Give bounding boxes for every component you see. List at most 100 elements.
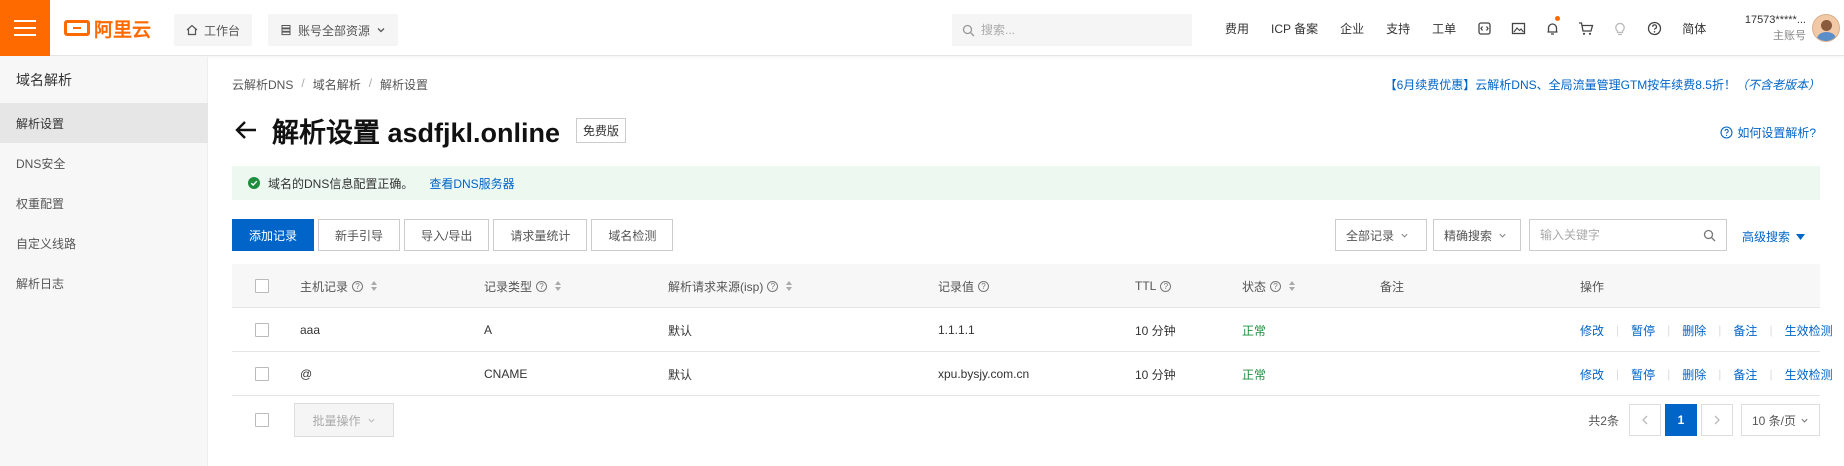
info-icon[interactable]: ? xyxy=(978,280,990,292)
footer-select-all-checkbox[interactable] xyxy=(255,413,269,427)
info-icon[interactable]: ? xyxy=(1270,280,1282,292)
chevron-down-icon xyxy=(377,28,385,33)
nav-enterprise[interactable]: 企业 xyxy=(1329,20,1375,37)
bell-icon[interactable] xyxy=(1535,0,1569,56)
info-icon[interactable]: ? xyxy=(352,280,364,292)
language-switch[interactable]: 简体 xyxy=(1671,20,1717,37)
breadcrumb-item-current: 解析设置 xyxy=(380,78,429,92)
row-ttl: 10 分钟 xyxy=(1135,367,1176,382)
menu-icon[interactable] xyxy=(0,0,50,56)
resources-dropdown[interactable]: 账号全部资源 xyxy=(268,14,399,46)
beginner-guide-button[interactable]: 新手引导 xyxy=(318,219,401,251)
table-row: @ CNAME 默认 xpu.bysjy.com.cn 10 分钟 正常 修改 |… xyxy=(232,352,1833,396)
question-circle-icon xyxy=(1720,126,1733,139)
sort-icon[interactable] xyxy=(786,281,793,291)
promo-banner-link[interactable]: 【6月续费优惠】云解析DNS、全局流量管理GTM按年续费8.5折！（不含老版本） xyxy=(1385,76,1820,93)
back-arrow-icon[interactable] xyxy=(232,116,260,144)
code-icon[interactable] xyxy=(1467,0,1501,56)
avatar[interactable] xyxy=(1812,14,1840,42)
chevron-down-icon xyxy=(1801,418,1808,423)
help-icon[interactable] xyxy=(1637,0,1671,56)
effect-check-link[interactable]: 生效检测 xyxy=(1785,322,1833,339)
column-status[interactable]: 状态 ? xyxy=(1242,264,1296,308)
keyword-search[interactable] xyxy=(1529,219,1727,251)
image-icon[interactable] xyxy=(1501,0,1535,56)
global-search[interactable] xyxy=(952,14,1192,46)
pause-link[interactable]: 暂停 xyxy=(1631,366,1655,383)
chevron-down-icon xyxy=(367,418,375,423)
sort-icon[interactable] xyxy=(1289,281,1296,291)
help-link[interactable]: 如何设置解析? xyxy=(1720,124,1816,141)
effect-check-link[interactable]: 生效检测 xyxy=(1785,366,1833,383)
sort-icon[interactable] xyxy=(555,281,562,291)
aliyun-logo[interactable]: 阿里云 xyxy=(64,16,151,41)
batch-actions-dropdown[interactable]: 批量操作 xyxy=(294,403,394,437)
search-input[interactable] xyxy=(981,23,1171,37)
domain-check-button[interactable]: 域名检测 xyxy=(591,219,674,251)
user-id: 17573*****... xyxy=(1744,14,1806,26)
nav-support[interactable]: 支持 xyxy=(1375,20,1421,37)
page-header: 解析设置 asdfjkl.online 免费版 xyxy=(232,112,627,148)
advanced-search-label: 高级搜索 xyxy=(1742,230,1791,244)
row-value: xpu.bysjy.com.cn xyxy=(938,367,1030,381)
info-icon[interactable]: ? xyxy=(1160,280,1172,292)
breadcrumb-item-cloud-dns[interactable]: 云解析DNS xyxy=(232,76,293,93)
search-mode-select[interactable]: 精确搜索 xyxy=(1433,219,1521,251)
row-host: aaa xyxy=(300,323,321,337)
sidebar-item-weight-config[interactable]: 权重配置 xyxy=(0,183,208,223)
user-menu[interactable]: 17573*****... 主账号 xyxy=(1716,12,1806,44)
row-checkbox[interactable] xyxy=(255,367,269,381)
nav-ticket[interactable]: 工单 xyxy=(1421,20,1467,37)
remark-link[interactable]: 备注 xyxy=(1733,366,1757,383)
info-icon[interactable]: ? xyxy=(767,280,779,292)
row-ttl: 10 分钟 xyxy=(1135,323,1176,338)
sidebar-title: 域名解析 xyxy=(16,72,72,88)
keyword-input[interactable] xyxy=(1540,228,1690,242)
cart-icon[interactable] xyxy=(1569,0,1603,56)
add-record-button[interactable]: 添加记录 xyxy=(232,219,315,251)
edit-link[interactable]: 修改 xyxy=(1580,366,1604,383)
breadcrumb: 云解析DNS / 域名解析 / 解析设置 xyxy=(232,76,428,93)
row-status: 正常 xyxy=(1242,367,1267,382)
sidebar-item-dns-security[interactable]: DNS安全 xyxy=(0,143,208,183)
sidebar-item-dns-logs[interactable]: 解析日志 xyxy=(0,263,208,303)
view-dns-servers-link[interactable]: 查看DNS服务器 xyxy=(429,175,514,192)
delete-link[interactable]: 删除 xyxy=(1682,366,1706,383)
page-size-select[interactable]: 10 条/页 xyxy=(1740,404,1820,436)
sidebar-item-custom-lines[interactable]: 自定义线路 xyxy=(0,223,208,263)
next-page-button[interactable] xyxy=(1700,404,1733,436)
sort-icon[interactable] xyxy=(371,281,378,291)
column-type[interactable]: 记录类型 ? xyxy=(484,264,562,308)
remark-link[interactable]: 备注 xyxy=(1733,322,1757,339)
pause-link[interactable]: 暂停 xyxy=(1631,322,1655,339)
column-host[interactable]: 主机记录 ? xyxy=(300,264,378,308)
batch-actions-label: 批量操作 xyxy=(312,413,361,428)
help-link-label: 如何设置解析? xyxy=(1737,126,1816,140)
row-checkbox[interactable] xyxy=(255,323,269,337)
delete-link[interactable]: 删除 xyxy=(1682,322,1706,339)
sidebar-item-dns-settings[interactable]: 解析设置 xyxy=(0,103,208,143)
breadcrumb-separator: / xyxy=(368,76,373,90)
search-icon[interactable] xyxy=(1703,229,1716,242)
request-stats-button[interactable]: 请求量统计 xyxy=(493,219,588,251)
column-remark: 备注 xyxy=(1380,279,1405,294)
breadcrumb-item-domain-dns[interactable]: 域名解析 xyxy=(313,76,361,93)
nav-icp[interactable]: ICP 备案 xyxy=(1260,20,1329,37)
row-value: 1.1.1.1 xyxy=(938,323,975,337)
prev-page-button[interactable] xyxy=(1628,404,1661,436)
edition-badge: 免费版 xyxy=(576,117,627,143)
info-icon[interactable]: ? xyxy=(536,280,548,292)
advanced-search-toggle[interactable]: 高级搜索 xyxy=(1742,228,1806,245)
nav-billing[interactable]: 费用 xyxy=(1214,20,1260,37)
column-isp[interactable]: 解析请求来源(isp) ? xyxy=(668,264,793,308)
record-filter-select[interactable]: 全部记录 xyxy=(1335,219,1427,251)
import-export-button[interactable]: 导入/导出 xyxy=(404,219,490,251)
page-button-current[interactable]: 1 xyxy=(1664,404,1697,436)
select-all-checkbox[interactable] xyxy=(255,279,269,293)
lightbulb-icon[interactable] xyxy=(1603,0,1637,56)
chevron-down-icon xyxy=(1499,233,1506,238)
column-actions: 操作 xyxy=(1580,279,1605,294)
edit-link[interactable]: 修改 xyxy=(1580,322,1604,339)
workbench-button[interactable]: 工作台 xyxy=(174,14,253,46)
column-ttl: TTL ? xyxy=(1135,264,1172,308)
